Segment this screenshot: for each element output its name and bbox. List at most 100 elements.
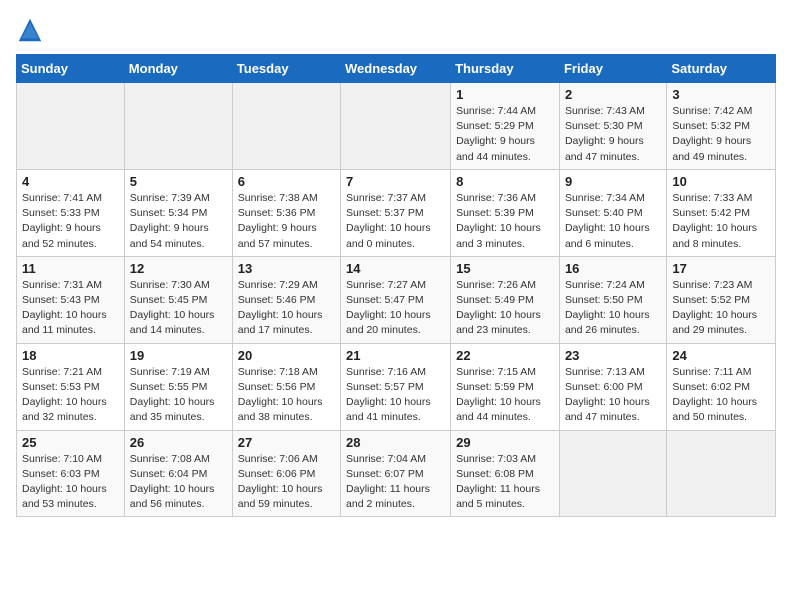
weekday-header-tuesday: Tuesday xyxy=(232,55,340,83)
logo-icon xyxy=(16,16,44,44)
day-number: 19 xyxy=(130,348,227,363)
day-cell: 11 Sunrise: 7:31 AM Sunset: 5:43 PM Dayli… xyxy=(17,256,125,343)
day-cell xyxy=(559,430,666,517)
day-cell: 19 Sunrise: 7:19 AM Sunset: 5:55 PM Dayli… xyxy=(124,343,232,430)
week-row-3: 11 Sunrise: 7:31 AM Sunset: 5:43 PM Dayli… xyxy=(17,256,776,343)
day-info: Sunrise: 7:39 AM Sunset: 5:34 PM Dayligh… xyxy=(130,191,227,252)
day-info: Sunrise: 7:06 AM Sunset: 6:06 PM Dayligh… xyxy=(238,452,335,513)
day-number: 16 xyxy=(565,261,661,276)
day-info: Sunrise: 7:36 AM Sunset: 5:39 PM Dayligh… xyxy=(456,191,554,252)
day-number: 26 xyxy=(130,435,227,450)
day-info: Sunrise: 7:43 AM Sunset: 5:30 PM Dayligh… xyxy=(565,104,661,165)
day-info: Sunrise: 7:11 AM Sunset: 6:02 PM Dayligh… xyxy=(672,365,770,426)
day-info: Sunrise: 7:38 AM Sunset: 5:36 PM Dayligh… xyxy=(238,191,335,252)
weekday-header-wednesday: Wednesday xyxy=(341,55,451,83)
day-cell: 13 Sunrise: 7:29 AM Sunset: 5:46 PM Dayli… xyxy=(232,256,340,343)
logo xyxy=(16,16,48,44)
day-cell: 12 Sunrise: 7:30 AM Sunset: 5:45 PM Dayli… xyxy=(124,256,232,343)
day-cell: 9 Sunrise: 7:34 AM Sunset: 5:40 PM Daylig… xyxy=(559,169,666,256)
day-cell: 3Sunrise: 7:42 AM Sunset: 5:32 PM Daylig… xyxy=(667,83,776,170)
weekday-header-saturday: Saturday xyxy=(667,55,776,83)
day-info: Sunrise: 7:16 AM Sunset: 5:57 PM Dayligh… xyxy=(346,365,445,426)
day-number: 15 xyxy=(456,261,554,276)
day-cell: 18 Sunrise: 7:21 AM Sunset: 5:53 PM Dayli… xyxy=(17,343,125,430)
day-number: 9 xyxy=(565,174,661,189)
day-number: 14 xyxy=(346,261,445,276)
day-number: 3 xyxy=(672,87,770,102)
day-info: Sunrise: 7:34 AM Sunset: 5:40 PM Dayligh… xyxy=(565,191,661,252)
day-number: 4 xyxy=(22,174,119,189)
week-row-1: 1 Sunrise: 7:44 AM Sunset: 5:29 PM Daylig… xyxy=(17,83,776,170)
weekday-header-monday: Monday xyxy=(124,55,232,83)
day-info: Sunrise: 7:04 AM Sunset: 6:07 PM Dayligh… xyxy=(346,452,445,513)
weekday-header-sunday: Sunday xyxy=(17,55,125,83)
day-number: 23 xyxy=(565,348,661,363)
day-cell xyxy=(17,83,125,170)
day-number: 11 xyxy=(22,261,119,276)
day-info: Sunrise: 7:33 AM Sunset: 5:42 PM Dayligh… xyxy=(672,191,770,252)
day-cell xyxy=(341,83,451,170)
week-row-2: 4 Sunrise: 7:41 AM Sunset: 5:33 PM Daylig… xyxy=(17,169,776,256)
day-cell: 25 Sunrise: 7:10 AM Sunset: 6:03 PM Dayli… xyxy=(17,430,125,517)
weekday-header-thursday: Thursday xyxy=(451,55,560,83)
day-number: 6 xyxy=(238,174,335,189)
day-info: Sunrise: 7:13 AM Sunset: 6:00 PM Dayligh… xyxy=(565,365,661,426)
day-number: 25 xyxy=(22,435,119,450)
header xyxy=(16,16,776,44)
day-info: Sunrise: 7:31 AM Sunset: 5:43 PM Dayligh… xyxy=(22,278,119,339)
day-cell: 20 Sunrise: 7:18 AM Sunset: 5:56 PM Dayli… xyxy=(232,343,340,430)
day-cell: 4 Sunrise: 7:41 AM Sunset: 5:33 PM Daylig… xyxy=(17,169,125,256)
day-cell: 23 Sunrise: 7:13 AM Sunset: 6:00 PM Dayli… xyxy=(559,343,666,430)
day-info: Sunrise: 7:30 AM Sunset: 5:45 PM Dayligh… xyxy=(130,278,227,339)
day-number: 18 xyxy=(22,348,119,363)
day-number: 20 xyxy=(238,348,335,363)
day-number: 27 xyxy=(238,435,335,450)
day-info: Sunrise: 7:03 AM Sunset: 6:08 PM Dayligh… xyxy=(456,452,554,513)
day-cell: 16 Sunrise: 7:24 AM Sunset: 5:50 PM Dayli… xyxy=(559,256,666,343)
day-number: 24 xyxy=(672,348,770,363)
day-cell: 24 Sunrise: 7:11 AM Sunset: 6:02 PM Dayli… xyxy=(667,343,776,430)
day-number: 17 xyxy=(672,261,770,276)
day-cell: 14 Sunrise: 7:27 AM Sunset: 5:47 PM Dayli… xyxy=(341,256,451,343)
day-number: 29 xyxy=(456,435,554,450)
day-info: Sunrise: 7:24 AM Sunset: 5:50 PM Dayligh… xyxy=(565,278,661,339)
day-cell: 10Sunrise: 7:33 AM Sunset: 5:42 PM Dayli… xyxy=(667,169,776,256)
day-info: Sunrise: 7:15 AM Sunset: 5:59 PM Dayligh… xyxy=(456,365,554,426)
day-cell xyxy=(667,430,776,517)
day-info: Sunrise: 7:19 AM Sunset: 5:55 PM Dayligh… xyxy=(130,365,227,426)
day-info: Sunrise: 7:44 AM Sunset: 5:29 PM Dayligh… xyxy=(456,104,554,165)
day-info: Sunrise: 7:26 AM Sunset: 5:49 PM Dayligh… xyxy=(456,278,554,339)
day-cell xyxy=(232,83,340,170)
day-cell: 5 Sunrise: 7:39 AM Sunset: 5:34 PM Daylig… xyxy=(124,169,232,256)
week-row-4: 18 Sunrise: 7:21 AM Sunset: 5:53 PM Dayli… xyxy=(17,343,776,430)
day-info: Sunrise: 7:21 AM Sunset: 5:53 PM Dayligh… xyxy=(22,365,119,426)
day-info: Sunrise: 7:27 AM Sunset: 5:47 PM Dayligh… xyxy=(346,278,445,339)
day-cell: 17 Sunrise: 7:23 AM Sunset: 5:52 PM Dayli… xyxy=(667,256,776,343)
day-info: Sunrise: 7:10 AM Sunset: 6:03 PM Dayligh… xyxy=(22,452,119,513)
weekday-header-row: SundayMondayTuesdayWednesdayThursdayFrid… xyxy=(17,55,776,83)
day-cell: 22 Sunrise: 7:15 AM Sunset: 5:59 PM Dayli… xyxy=(451,343,560,430)
day-info: Sunrise: 7:37 AM Sunset: 5:37 PM Dayligh… xyxy=(346,191,445,252)
day-info: Sunrise: 7:23 AM Sunset: 5:52 PM Dayligh… xyxy=(672,278,770,339)
day-number: 21 xyxy=(346,348,445,363)
day-number: 28 xyxy=(346,435,445,450)
day-number: 13 xyxy=(238,261,335,276)
weekday-header-friday: Friday xyxy=(559,55,666,83)
day-info: Sunrise: 7:41 AM Sunset: 5:33 PM Dayligh… xyxy=(22,191,119,252)
day-cell: 28 Sunrise: 7:04 AM Sunset: 6:07 PM Dayli… xyxy=(341,430,451,517)
day-number: 7 xyxy=(346,174,445,189)
day-number: 5 xyxy=(130,174,227,189)
day-info: Sunrise: 7:18 AM Sunset: 5:56 PM Dayligh… xyxy=(238,365,335,426)
day-cell: 27 Sunrise: 7:06 AM Sunset: 6:06 PM Dayli… xyxy=(232,430,340,517)
day-info: Sunrise: 7:08 AM Sunset: 6:04 PM Dayligh… xyxy=(130,452,227,513)
day-cell: 26 Sunrise: 7:08 AM Sunset: 6:04 PM Dayli… xyxy=(124,430,232,517)
day-cell: 7 Sunrise: 7:37 AM Sunset: 5:37 PM Daylig… xyxy=(341,169,451,256)
day-number: 22 xyxy=(456,348,554,363)
day-cell: 6 Sunrise: 7:38 AM Sunset: 5:36 PM Daylig… xyxy=(232,169,340,256)
day-number: 12 xyxy=(130,261,227,276)
week-row-5: 25 Sunrise: 7:10 AM Sunset: 6:03 PM Dayli… xyxy=(17,430,776,517)
day-cell: 15 Sunrise: 7:26 AM Sunset: 5:49 PM Dayli… xyxy=(451,256,560,343)
day-number: 1 xyxy=(456,87,554,102)
day-info: Sunrise: 7:29 AM Sunset: 5:46 PM Dayligh… xyxy=(238,278,335,339)
day-cell: 2Sunrise: 7:43 AM Sunset: 5:30 PM Daylig… xyxy=(559,83,666,170)
